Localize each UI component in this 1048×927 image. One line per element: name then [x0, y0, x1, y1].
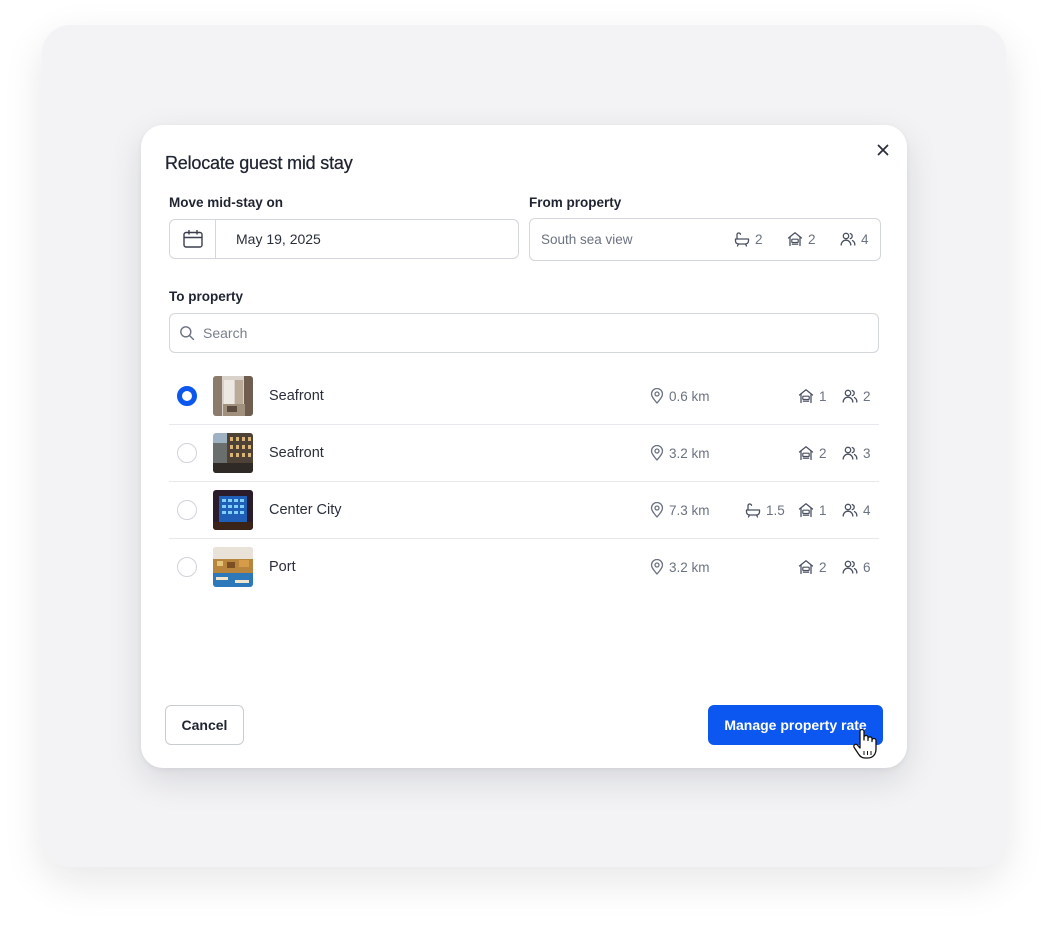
- move-date-field[interactable]: May 19, 2025: [169, 219, 519, 259]
- property-guests-count: 3: [863, 445, 871, 461]
- property-distance-value: 0.6 km: [669, 388, 710, 404]
- bed-house-icon: [798, 389, 814, 404]
- property-distance-value: 3.2 km: [669, 445, 710, 461]
- location-pin-icon: [650, 445, 664, 461]
- guests-icon: [842, 560, 858, 574]
- guests-icon: [842, 389, 858, 403]
- bed-house-icon: [798, 446, 814, 461]
- property-bathrooms: 1.5: [745, 502, 785, 518]
- move-date-value[interactable]: May 19, 2025: [216, 220, 321, 258]
- guests-icon: [842, 503, 858, 517]
- calendar-icon: [182, 230, 203, 248]
- property-bedrooms-count: 2: [819, 559, 827, 575]
- property-radio[interactable]: [177, 557, 197, 577]
- relocate-modal: Relocate guest mid stay Move mid-stay on…: [141, 125, 907, 768]
- property-guests: 2: [842, 388, 871, 404]
- property-search-field[interactable]: [169, 313, 879, 353]
- from-bedrooms: 2: [787, 231, 816, 247]
- property-name: Seafront: [269, 445, 324, 461]
- bathtub-icon: [734, 232, 750, 247]
- property-guests: 3: [842, 445, 871, 461]
- modal-title: Relocate guest mid stay: [165, 153, 353, 173]
- property-bedrooms: 1: [798, 388, 827, 404]
- property-bedrooms-count: 1: [819, 388, 827, 404]
- property-bedrooms-count: 2: [819, 445, 827, 461]
- property-bathrooms-count: 1.5: [766, 502, 785, 518]
- property-thumbnail: [213, 376, 253, 416]
- to-property-label: To property: [169, 289, 243, 304]
- property-row[interactable]: Center City 7.3 km 1.5 1 4: [169, 482, 879, 539]
- from-guests-count: 4: [861, 231, 869, 247]
- property-bedrooms: 2: [798, 445, 827, 461]
- calendar-button[interactable]: [170, 220, 216, 258]
- property-guests-count: 2: [863, 388, 871, 404]
- property-search-input[interactable]: [203, 325, 803, 341]
- property-row[interactable]: Seafront 3.2 km 2 3: [169, 425, 879, 482]
- property-row[interactable]: Port 3.2 km 2 6: [169, 539, 879, 596]
- property-radio[interactable]: [177, 500, 197, 520]
- location-pin-icon: [650, 388, 664, 404]
- property-guests: 6: [842, 559, 871, 575]
- property-thumbnail: [213, 490, 253, 530]
- close-button[interactable]: [874, 141, 892, 159]
- property-bedrooms: 2: [798, 559, 827, 575]
- search-icon: [179, 325, 195, 341]
- property-guests-count: 6: [863, 559, 871, 575]
- from-property-label: From property: [529, 195, 622, 210]
- from-property-name: South sea view: [541, 232, 633, 247]
- property-bedrooms-count: 1: [819, 502, 827, 518]
- from-bathrooms: 2: [734, 231, 763, 247]
- property-distance-value: 3.2 km: [669, 559, 710, 575]
- from-bedrooms-count: 2: [808, 231, 816, 247]
- property-radio[interactable]: [177, 443, 197, 463]
- move-date-label: Move mid-stay on: [169, 195, 284, 210]
- property-thumbnail: [213, 547, 253, 587]
- close-icon[interactable]: [877, 144, 889, 156]
- property-name: Center City: [269, 502, 342, 518]
- property-row[interactable]: Seafront 0.6 km 1 2: [169, 368, 879, 425]
- property-guests-count: 4: [863, 502, 871, 518]
- property-list: Seafront 0.6 km 1 2 Seafront 3.2 km 2 3 …: [169, 368, 879, 596]
- property-distance: 3.2 km: [650, 559, 710, 575]
- bed-house-icon: [798, 560, 814, 575]
- property-distance-value: 7.3 km: [669, 502, 710, 518]
- cancel-button[interactable]: Cancel: [165, 705, 244, 745]
- location-pin-icon: [650, 559, 664, 575]
- guests-icon: [840, 232, 856, 246]
- property-radio-selected[interactable]: [177, 386, 197, 406]
- location-pin-icon: [650, 502, 664, 518]
- property-guests: 4: [842, 502, 871, 518]
- from-property-field[interactable]: South sea view 2 2 4: [529, 218, 881, 261]
- from-bathrooms-count: 2: [755, 231, 763, 247]
- hand-cursor-icon: [853, 728, 877, 759]
- property-bedrooms: 1: [798, 502, 827, 518]
- from-guests: 4: [840, 231, 869, 247]
- bathtub-icon: [745, 503, 761, 518]
- property-name: Seafront: [269, 388, 324, 404]
- guests-icon: [842, 446, 858, 460]
- bed-house-icon: [787, 232, 803, 247]
- property-distance: 7.3 km: [650, 502, 710, 518]
- bed-house-icon: [798, 503, 814, 518]
- property-name: Port: [269, 559, 296, 575]
- property-distance: 3.2 km: [650, 445, 710, 461]
- property-thumbnail: [213, 433, 253, 473]
- property-distance: 0.6 km: [650, 388, 710, 404]
